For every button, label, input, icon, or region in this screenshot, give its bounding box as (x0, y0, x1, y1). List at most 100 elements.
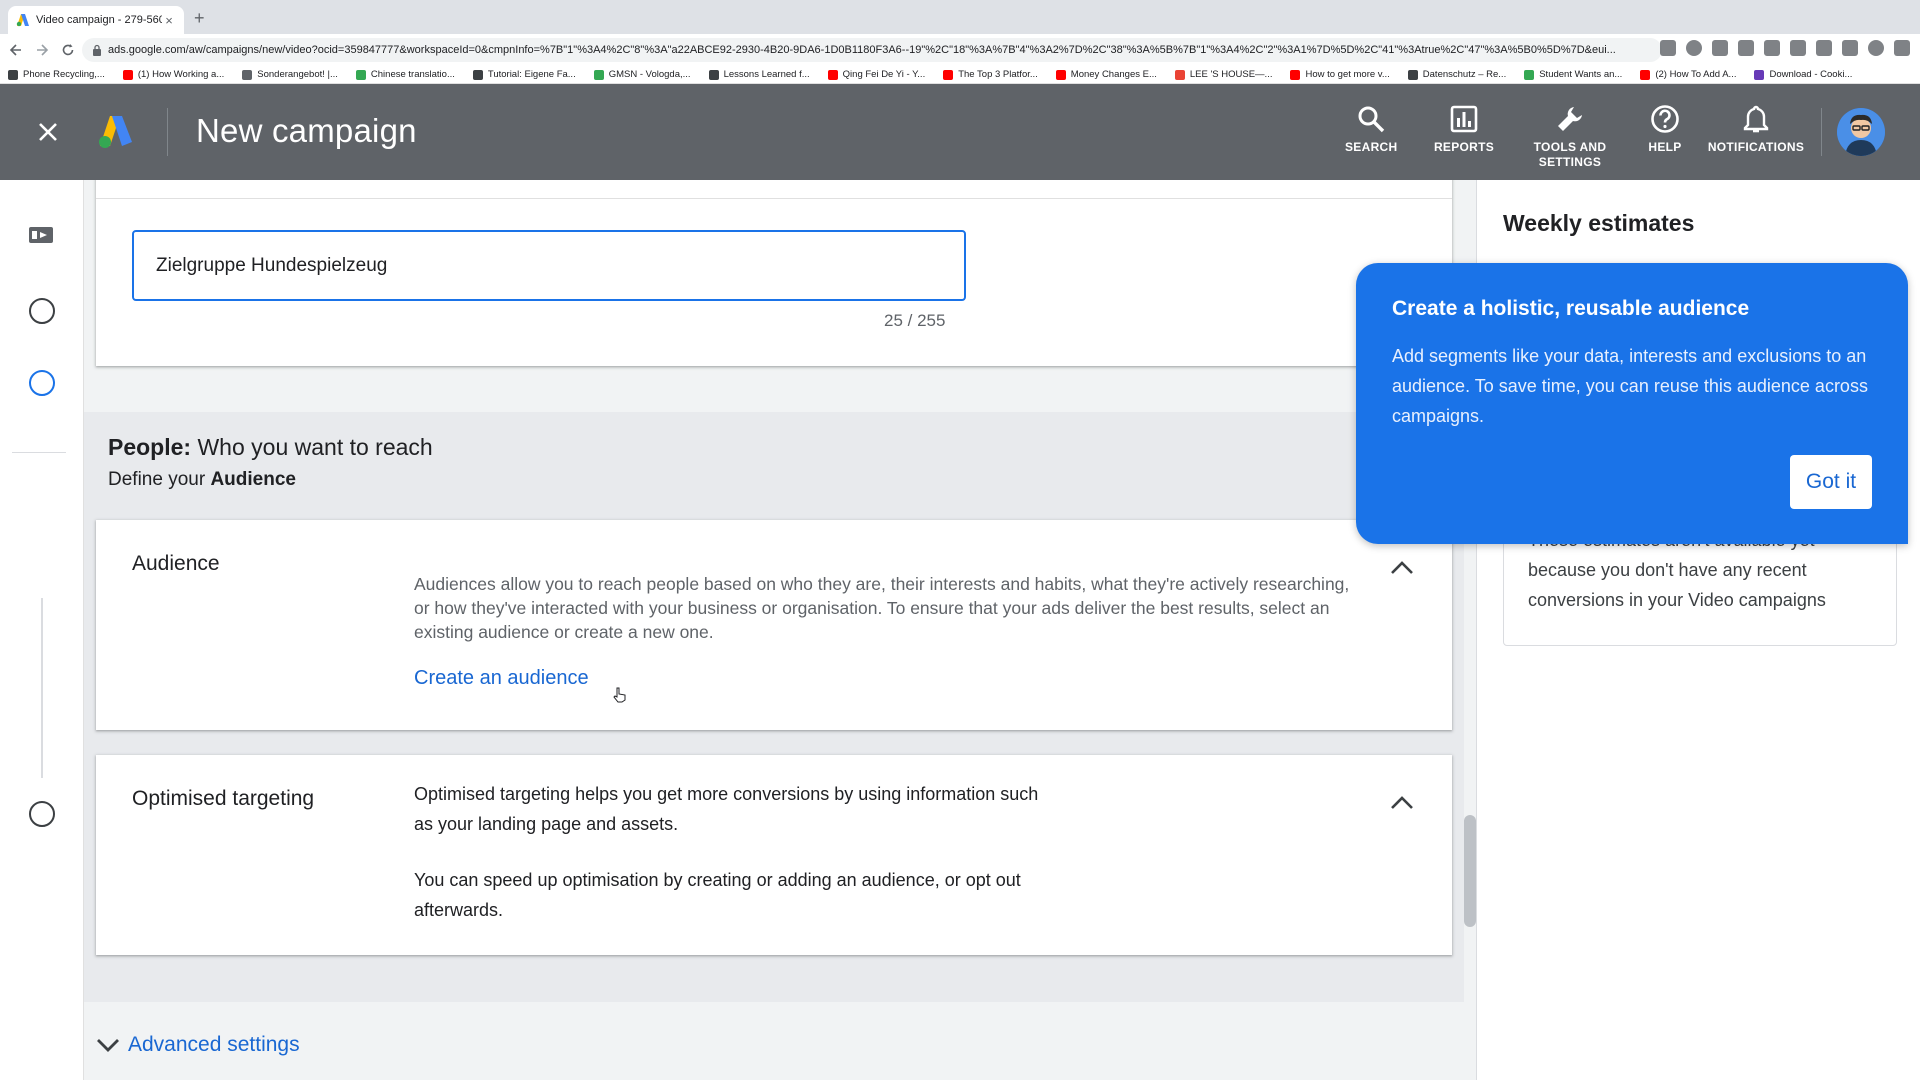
bookmark-item[interactable]: GMSN - Vologda,... (593, 69, 691, 80)
targeting-description-2: You can speed up optimisation by creatin… (414, 870, 1021, 920)
bookmark-favicon-icon (1290, 69, 1301, 80)
bookmark-item[interactable]: Download - Cooki... (1754, 69, 1852, 80)
avatar[interactable] (1837, 108, 1885, 156)
create-audience-link[interactable]: Create an audience (414, 667, 589, 690)
bookmark-item[interactable]: Qing Fei De Yi - Y... (827, 69, 926, 80)
star-icon[interactable] (1738, 40, 1754, 56)
audience-collapse-button[interactable] (1386, 552, 1418, 584)
bookmarks-bar: Phone Recycling,... (1) How Working a... S… (0, 66, 1920, 84)
bookmark-item[interactable]: Tutorial: Eigene Fa... (472, 69, 576, 80)
reload-icon[interactable] (58, 40, 78, 60)
bookmark-label: Money Changes E... (1070, 69, 1157, 80)
bookmark-item[interactable]: Lessons Learned f... (708, 69, 810, 80)
audience-card: Audience Audiences allow you to reach pe… (96, 520, 1452, 730)
page-title: New campaign (196, 112, 417, 149)
optimised-targeting-card: Optimised targeting Optimised targeting … (96, 755, 1452, 955)
help-icon (1651, 105, 1679, 133)
step-indicator-1[interactable] (29, 298, 55, 324)
bookmark-item[interactable]: (2) How To Add A... (1640, 69, 1736, 80)
new-tab-button[interactable]: + (194, 8, 205, 28)
url-field[interactable]: ads.google.com/aw/campaigns/new/video?oc… (82, 38, 1662, 62)
audience-name-input[interactable]: Zielgruppe Hundespielzeug (132, 230, 966, 301)
bookmark-label: Phone Recycling,... (23, 69, 105, 80)
forward-icon[interactable] (32, 40, 52, 60)
bookmark-item[interactable]: Phone Recycling,... (8, 69, 105, 80)
header-reports-button[interactable]: REPORTS (1432, 104, 1496, 155)
reports-label: REPORTS (1433, 140, 1495, 154)
bookmark-favicon-icon (472, 69, 483, 80)
zoom-icon[interactable] (1686, 40, 1702, 56)
people-subheading: Define your Audience (108, 469, 296, 491)
header-search-button[interactable]: SEARCH (1345, 104, 1397, 155)
bookmark-favicon-icon (593, 69, 604, 80)
targeting-card-label: Optimised targeting (132, 787, 315, 810)
bookmark-favicon-icon (1055, 69, 1066, 80)
extension-icon[interactable] (1764, 40, 1780, 56)
address-bar: ads.google.com/aw/campaigns/new/video?oc… (0, 34, 1920, 66)
bookmark-favicon-icon (943, 69, 954, 80)
bookmark-item[interactable]: Sonderangebot! |... (242, 69, 338, 80)
bookmark-label: The Top 3 Platfor... (958, 69, 1038, 80)
callout-title: Create a holistic, reusable audience (1392, 297, 1750, 320)
step-indicator-2-active[interactable] (29, 370, 55, 396)
bookmark-label: Student Wants an... (1539, 69, 1623, 80)
people-heading-bold: People: (108, 434, 192, 460)
bookmark-item[interactable]: The Top 3 Platfor... (943, 69, 1038, 80)
help-label: HELP (1648, 140, 1682, 154)
targeting-description-1: Optimised targeting helps you get more c… (414, 784, 1039, 834)
character-counter: 25 / 255 (884, 311, 946, 330)
bookmark-label: Download - Cooki... (1769, 69, 1853, 80)
audience-name-card: Zielgruppe Hundespielzeug 25 / 255 (96, 180, 1452, 366)
bookmark-item[interactable]: How to get more v... (1290, 69, 1390, 80)
user-avatar-icon (1837, 108, 1885, 156)
search-label: SEARCH (1345, 140, 1398, 154)
sidebar-icon[interactable] (1842, 40, 1858, 56)
main-scrollbar-thumb[interactable] (1464, 815, 1476, 927)
step-indicator-3[interactable] (29, 801, 55, 827)
profile-icon[interactable] (1868, 40, 1884, 56)
bookmark-label: Sonderangebot! |... (257, 69, 338, 80)
share-icon[interactable] (1712, 40, 1728, 56)
bookmark-label: (1) How Working a... (137, 69, 225, 80)
bell-icon (1743, 105, 1769, 133)
browser-tab[interactable]: Video campaign - 279-560-18 × (8, 6, 184, 34)
people-heading: People: Who you want to reach (108, 434, 433, 461)
google-ads-favicon-icon (16, 14, 29, 27)
header-notifications-button[interactable]: NOTIFICATIONS (1704, 104, 1808, 155)
bookmark-label: Qing Fei De Yi - Y... (842, 69, 926, 80)
bookmark-favicon-icon (708, 69, 719, 80)
main-content: Zielgruppe Hundespielzeug 25 / 255 Peopl… (84, 180, 1464, 1080)
browser-tab-bar: Video campaign - 279-560-18 × + (0, 0, 1920, 34)
kebab-menu-icon[interactable] (1894, 40, 1910, 56)
close-button[interactable] (30, 114, 66, 150)
bookmark-item[interactable]: (1) How Working a... (122, 69, 225, 80)
header-tools-button[interactable]: TOOLS AND SETTINGS (1530, 104, 1610, 170)
reading-list-icon[interactable] (1816, 40, 1832, 56)
header-help-button[interactable]: HELP (1640, 104, 1690, 155)
translate-icon[interactable] (1660, 40, 1676, 56)
video-camera-icon (29, 227, 53, 243)
back-icon[interactable] (6, 40, 26, 60)
wrench-icon (1558, 107, 1582, 131)
lock-icon (93, 44, 101, 56)
bookmark-item[interactable]: Student Wants an... (1524, 69, 1622, 80)
advanced-settings-label: Advanced settings (128, 1033, 300, 1056)
bookmark-item[interactable]: Money Changes E... (1055, 69, 1157, 80)
bookmark-favicon-icon (8, 69, 18, 80)
bookmark-favicon-icon (122, 69, 133, 80)
reports-icon (1450, 105, 1478, 133)
audience-description: Audiences allow you to reach people base… (414, 574, 1350, 642)
tab-close-icon[interactable]: × (162, 13, 176, 28)
bookmark-label: Datenschutz – Re... (1422, 69, 1507, 80)
search-icon (1358, 106, 1385, 133)
bookmark-label: Chinese translatio... (370, 69, 455, 80)
bookmark-item[interactable]: Chinese translatio... (355, 69, 455, 80)
advanced-settings-toggle[interactable]: Advanced settings (96, 1033, 300, 1057)
got-it-button[interactable]: Got it (1790, 455, 1872, 509)
weekly-estimates-title: Weekly estimates (1503, 210, 1695, 236)
puzzle-icon[interactable] (1790, 40, 1806, 56)
targeting-collapse-button[interactable] (1386, 787, 1418, 819)
bookmark-favicon-icon (1174, 69, 1185, 80)
bookmark-item[interactable]: LEE 'S HOUSE—... (1174, 69, 1272, 80)
bookmark-item[interactable]: Datenschutz – Re... (1407, 69, 1507, 80)
